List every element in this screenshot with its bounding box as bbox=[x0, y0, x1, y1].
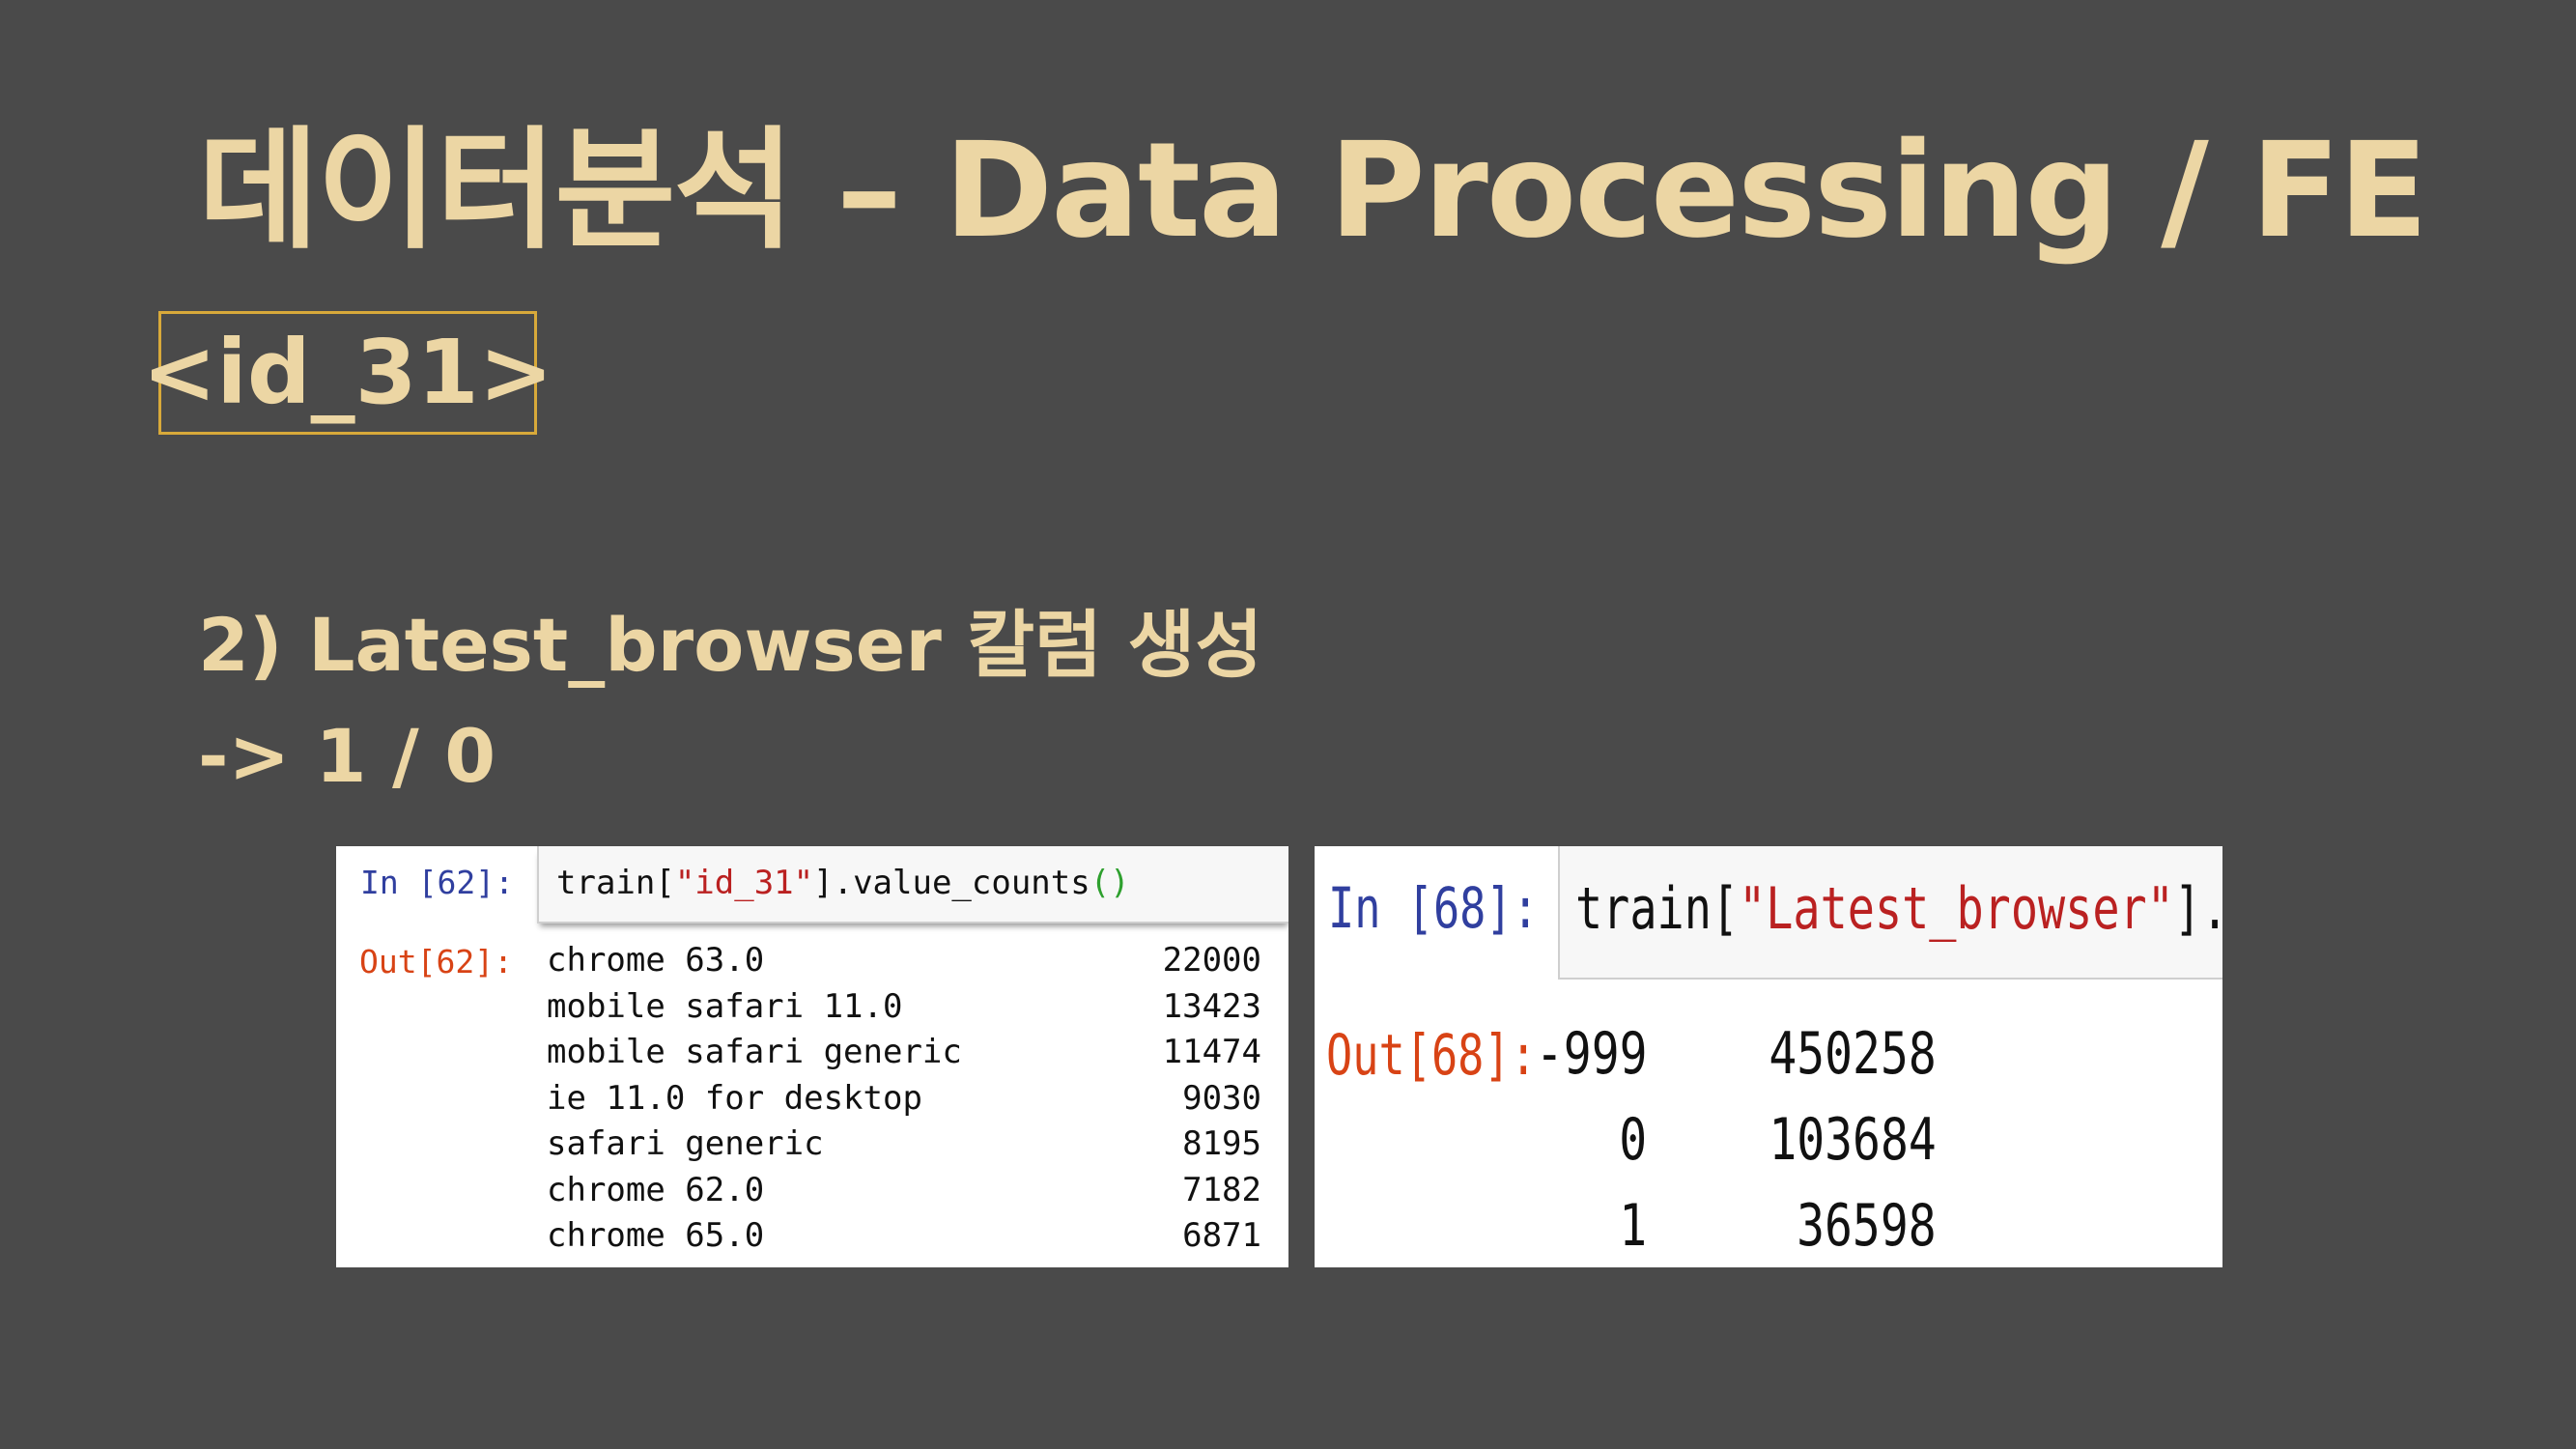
output-row: 0 103684 bbox=[1570, 1106, 1937, 1192]
output-row: mobile safari 11.0 13423 bbox=[547, 987, 1261, 1034]
row-count: 7182 bbox=[1182, 1170, 1261, 1209]
row-count: 13423 bbox=[1162, 986, 1261, 1026]
row-label: chrome 63.0 bbox=[547, 941, 765, 980]
row-label: mobile safari 11.0 bbox=[547, 986, 903, 1026]
row-count: 450258 bbox=[1769, 1020, 1937, 1088]
output-row: 1 36598 bbox=[1570, 1192, 1937, 1267]
subtitle-step: 2) Latest_browser 칼럼 생성 bbox=[198, 602, 1263, 688]
id-31-tag-box: <id_31> bbox=[142, 311, 553, 435]
code-line: train["Latest_browser"].v bbox=[1575, 875, 2222, 943]
code-input-cell: train["id_31"].value_counts() bbox=[537, 846, 1288, 923]
row-count: 22000 bbox=[1162, 941, 1261, 980]
code-prefix: train[ bbox=[1575, 875, 1740, 943]
row-label: 1 bbox=[1619, 1192, 1647, 1260]
code-string: "Latest_browser" bbox=[1739, 875, 2174, 943]
slide-title: 데이터분석 – Data Processing / FE bbox=[198, 115, 2428, 268]
id-31-tag-label: <id_31> bbox=[142, 321, 553, 424]
code-parens: () bbox=[1090, 864, 1130, 902]
output-row: -999 450258 bbox=[1535, 1020, 1937, 1106]
value-counts-output: chrome 63.0 22000 mobile safari 11.0 13423… bbox=[547, 941, 1261, 1263]
output-row: safari generic 8195 bbox=[547, 1124, 1261, 1171]
row-label: 0 bbox=[1619, 1106, 1647, 1174]
code-input-cell: train["Latest_browser"].v bbox=[1558, 846, 2222, 980]
notebook-screenshot-latest-browser: In [68]: train["Latest_browser"].v Out[6… bbox=[1315, 846, 2222, 1267]
row-label: mobile safari generic bbox=[547, 1033, 962, 1071]
notebook-screenshot-id31: In [62]: train["id_31"].value_counts() O… bbox=[336, 846, 1288, 1267]
output-row: chrome 65.0 6871 bbox=[547, 1216, 1261, 1263]
subtitle-encoding: -> 1 / 0 bbox=[198, 713, 496, 799]
row-count: 103684 bbox=[1769, 1106, 1937, 1174]
code-suffix: ].value_counts bbox=[813, 864, 1090, 902]
row-label: safari generic bbox=[547, 1124, 824, 1163]
code-suffix: ].v bbox=[2173, 875, 2222, 943]
row-count: 36598 bbox=[1797, 1192, 1938, 1260]
output-row: chrome 62.0 7182 bbox=[547, 1171, 1261, 1217]
row-label: -999 bbox=[1535, 1020, 1647, 1088]
row-label: chrome 62.0 bbox=[547, 1170, 765, 1209]
in-prompt: In [62]: bbox=[360, 864, 514, 901]
row-count: 6871 bbox=[1182, 1216, 1261, 1255]
row-count: 11474 bbox=[1162, 1033, 1261, 1071]
code-line: train["id_31"].value_counts() bbox=[556, 864, 1130, 902]
row-count: 9030 bbox=[1182, 1078, 1261, 1118]
output-row: ie 11.0 for desktop 9030 bbox=[547, 1079, 1261, 1125]
output-row: mobile safari generic 11474 bbox=[547, 1033, 1261, 1079]
output-row: chrome 63.0 22000 bbox=[547, 941, 1261, 987]
row-count: 8195 bbox=[1182, 1124, 1261, 1163]
row-label: chrome 65.0 bbox=[547, 1216, 765, 1255]
out-prompt: Out[62]: bbox=[359, 943, 513, 980]
code-string: "id_31" bbox=[674, 864, 814, 902]
code-prefix: train[ bbox=[556, 864, 675, 902]
row-label: ie 11.0 for desktop bbox=[547, 1078, 922, 1118]
in-prompt: In [68]: bbox=[1328, 875, 1539, 941]
out-prompt: Out[68]: bbox=[1326, 1022, 1537, 1088]
value-counts-output: -999 450258 0 103684 1 36598 bbox=[1535, 1020, 1937, 1267]
